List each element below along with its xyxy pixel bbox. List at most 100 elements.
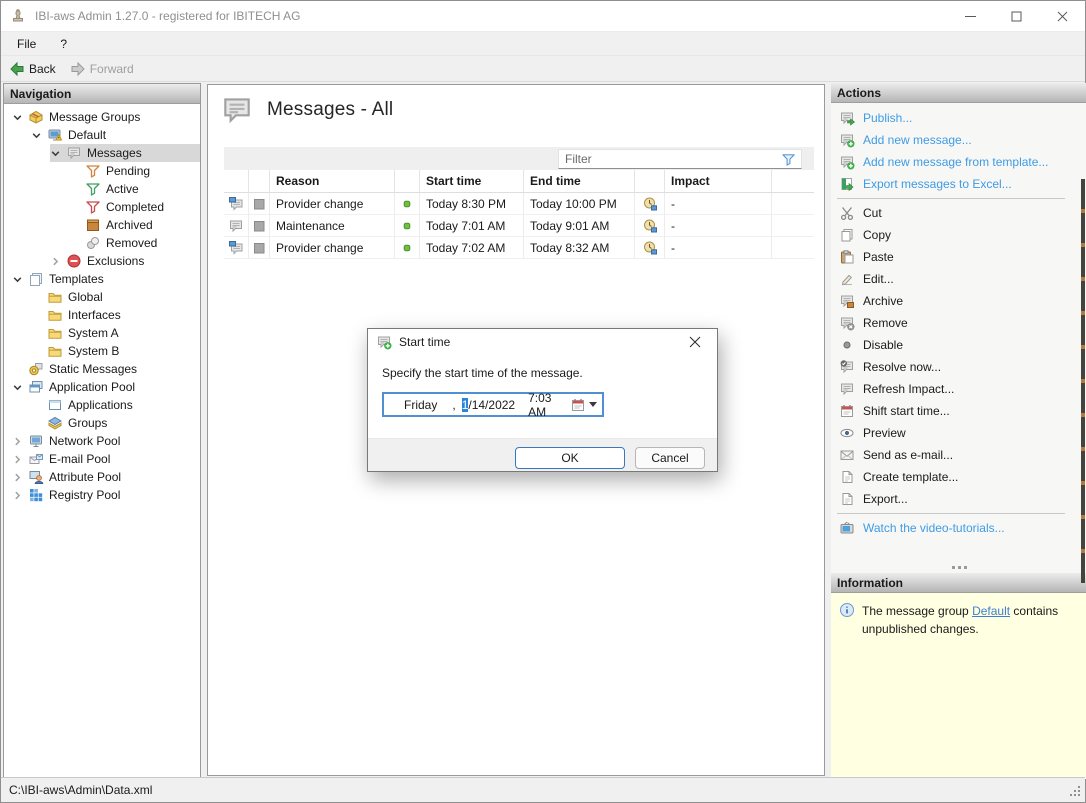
tree-item-application-pool[interactable]: Application Pool xyxy=(4,378,200,396)
chevron-expanded-icon[interactable] xyxy=(12,382,23,393)
cell-reason: Maintenance xyxy=(270,215,395,237)
table-row[interactable]: Provider change Today 7:02 AM Today 8:32… xyxy=(224,237,814,259)
chevron-expanded-icon[interactable] xyxy=(12,112,23,123)
cell-start-time: Today 7:02 AM xyxy=(420,237,524,259)
tree-item-system-b[interactable]: System B xyxy=(4,342,200,360)
datetime-day[interactable]: Friday xyxy=(404,398,437,412)
action-publish[interactable]: Publish... xyxy=(831,107,1086,129)
filter-input[interactable] xyxy=(559,149,801,168)
archive-box-icon xyxy=(85,217,101,233)
menu-file[interactable]: File xyxy=(1,32,48,55)
table-row[interactable]: Provider change Today 8:30 PM Today 10:0… xyxy=(224,193,814,215)
action-disable[interactable]: Disable xyxy=(831,334,1086,356)
tree-item-interfaces[interactable]: Interfaces xyxy=(4,306,200,324)
tree-item-default[interactable]: Default xyxy=(4,126,200,144)
dropdown-caret-icon[interactable] xyxy=(589,402,597,407)
page-title: Messages - All xyxy=(267,99,394,120)
action-archive[interactable]: Archive xyxy=(831,290,1086,312)
action-copy[interactable]: Copy xyxy=(831,224,1086,246)
col-impact-icon[interactable] xyxy=(635,170,665,193)
message-add-icon xyxy=(376,334,392,350)
tree-item-static-messages[interactable]: Static Messages xyxy=(4,360,200,378)
tree-item-registry-pool[interactable]: Registry Pool xyxy=(4,486,200,504)
copy-icon xyxy=(839,227,855,243)
chevron-collapsed-icon[interactable] xyxy=(12,472,23,483)
calendar-icon[interactable] xyxy=(570,397,586,413)
action-cut[interactable]: Cut xyxy=(831,202,1086,224)
templates-icon xyxy=(28,271,44,287)
col-start-time[interactable]: Start time xyxy=(420,170,524,193)
tree-item-system-a[interactable]: System A xyxy=(4,324,200,342)
ok-button[interactable]: OK xyxy=(515,447,625,469)
action-refresh-impact[interactable]: Refresh Impact... xyxy=(831,378,1086,400)
datetime-month-selected[interactable]: 1 xyxy=(461,397,469,412)
col-end-time[interactable]: End time xyxy=(524,170,635,193)
datetime-picker[interactable]: Friday , 1 /14/2022 7:03 AM xyxy=(382,391,604,419)
col-impact-square[interactable] xyxy=(249,170,270,193)
col-type-icon[interactable] xyxy=(224,170,249,193)
tree-item-applications[interactable]: Applications xyxy=(4,396,200,414)
menu-help[interactable]: ? xyxy=(48,32,79,55)
minimize-icon xyxy=(964,15,976,17)
resize-grip[interactable] xyxy=(1069,785,1082,798)
table-row[interactable]: Maintenance Today 7:01 AM Today 9:01 AM … xyxy=(224,215,814,237)
forward-button[interactable]: Forward xyxy=(70,61,134,77)
action-create-template[interactable]: Create template... xyxy=(831,466,1086,488)
action-export[interactable]: Export... xyxy=(831,488,1086,510)
action-export-excel[interactable]: Export messages to Excel... xyxy=(831,173,1086,195)
tree-item-removed[interactable]: Removed xyxy=(4,234,200,252)
chevron-collapsed-icon[interactable] xyxy=(12,454,23,465)
tree-item-network-pool[interactable]: Network Pool xyxy=(4,432,200,450)
action-resolve-now[interactable]: Resolve now... xyxy=(831,356,1086,378)
datetime-time[interactable]: 7:03 AM xyxy=(528,391,570,419)
tree-item-exclusions[interactable]: Exclusions xyxy=(4,252,200,270)
cell-start-time: Today 8:30 PM xyxy=(420,193,524,215)
action-add-new-message[interactable]: Add new message... xyxy=(831,129,1086,151)
default-group-link[interactable]: Default xyxy=(972,604,1010,618)
action-shift-start-time[interactable]: Shift start time... xyxy=(831,400,1086,422)
dialog-close-button[interactable] xyxy=(673,329,717,355)
tree-item-groups[interactable]: Groups xyxy=(4,414,200,432)
col-reason[interactable]: Reason xyxy=(270,170,395,193)
chevron-collapsed-icon[interactable] xyxy=(12,436,23,447)
chevron-collapsed-icon[interactable] xyxy=(12,490,23,501)
tree-item-global[interactable]: Global xyxy=(4,288,200,306)
chevron-collapsed-icon[interactable] xyxy=(50,256,61,267)
tree-item-archived[interactable]: Archived xyxy=(4,216,200,234)
action-paste[interactable]: Paste xyxy=(831,246,1086,268)
cell-end-time: Today 9:01 AM xyxy=(524,215,635,237)
action-send-as-email[interactable]: Send as e-mail... xyxy=(831,444,1086,466)
tree-item-templates[interactable]: Templates xyxy=(4,270,200,288)
col-impact[interactable]: Impact xyxy=(665,170,772,193)
filter-funnel-icon[interactable] xyxy=(781,152,796,167)
action-preview[interactable]: Preview xyxy=(831,422,1086,444)
tree-item-pending[interactable]: Pending xyxy=(4,162,200,180)
exclusions-icon xyxy=(66,253,82,269)
action-add-message-from-template[interactable]: Add new message from template... xyxy=(831,151,1086,173)
back-button[interactable]: Back xyxy=(9,61,56,77)
navigation-panel: Navigation Message Groups Default Messag… xyxy=(3,83,201,779)
maximize-button[interactable] xyxy=(993,1,1039,31)
email-pool-icon xyxy=(28,451,44,467)
menu-bar: File ? xyxy=(1,32,1085,56)
chevron-expanded-icon[interactable] xyxy=(12,274,23,285)
tree-item-message-groups[interactable]: Message Groups xyxy=(4,108,200,126)
chevron-expanded-icon[interactable] xyxy=(50,148,61,159)
action-edit[interactable]: Edit... xyxy=(831,268,1086,290)
registry-pool-icon xyxy=(28,487,44,503)
cancel-button[interactable]: Cancel xyxy=(635,447,705,469)
col-status[interactable] xyxy=(395,170,420,193)
datetime-date[interactable]: /14/2022 xyxy=(468,398,515,412)
tree-item-attribute-pool[interactable]: Attribute Pool xyxy=(4,468,200,486)
tree-item-messages[interactable]: Messages xyxy=(4,144,200,162)
minimize-button[interactable] xyxy=(947,1,993,31)
action-watch-video-tutorials[interactable]: Watch the video-tutorials... xyxy=(831,517,1086,539)
action-remove[interactable]: Remove xyxy=(831,312,1086,334)
chevron-expanded-icon[interactable] xyxy=(31,130,42,141)
tree-item-completed[interactable]: Completed xyxy=(4,198,200,216)
close-button[interactable] xyxy=(1039,1,1085,31)
tree-item-active[interactable]: Active xyxy=(4,180,200,198)
tree-item-email-pool[interactable]: E-mail Pool xyxy=(4,450,200,468)
dialog-message: Specify the start time of the message. xyxy=(382,366,583,380)
panel-splitter[interactable] xyxy=(831,563,1086,571)
